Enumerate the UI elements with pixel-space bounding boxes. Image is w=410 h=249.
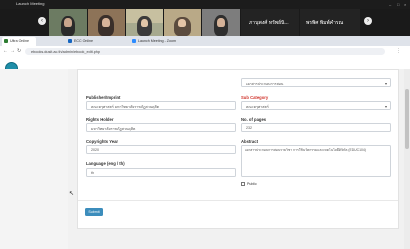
chevron-down-icon: ▾ bbox=[384, 80, 387, 86]
pages-label: No. of pages bbox=[241, 117, 267, 122]
participant-name: พรพิศ พิมพ์คำรณ bbox=[306, 20, 344, 26]
url-input[interactable]: ebooks.dusit.ac.th/admin/ebook_edit.php bbox=[25, 48, 385, 55]
copyright-year-input[interactable]: 2020 bbox=[86, 145, 236, 154]
tile-6[interactable]: ภานุพงศ์ ทรัพย์นิ... bbox=[241, 9, 299, 36]
menu-icon[interactable]: ⋮ bbox=[396, 48, 401, 54]
submit-button[interactable]: Submit bbox=[85, 208, 103, 216]
subcategory-select[interactable]: คณะครุศาสตร์ ▾ bbox=[241, 101, 391, 110]
minimize-icon[interactable]: – bbox=[389, 2, 394, 7]
participant-filmstrip: ‹ ภานุพงศ์ ทรัพย์นิ... พรพิศ พิมพ์คำรณ › bbox=[0, 9, 410, 36]
next-page-icon[interactable]: › bbox=[364, 17, 372, 25]
subcategory-value: คณะครุศาสตร์ bbox=[246, 105, 269, 110]
public-checkbox-label: Public bbox=[247, 182, 257, 186]
tile-4[interactable] bbox=[164, 9, 201, 36]
tab-strip: Ultra Online ECC Online Launch Meeting -… bbox=[0, 36, 410, 46]
tile-2[interactable] bbox=[88, 9, 125, 36]
sidebar bbox=[0, 69, 68, 249]
rights-holder-label: Rights Holder bbox=[86, 117, 114, 122]
address-bar-row: ← → ↻ ebooks.dusit.ac.th/admin/ebook_edi… bbox=[0, 46, 410, 58]
category-value: เอกสารประกอบการสอน bbox=[246, 82, 284, 87]
public-checkbox[interactable] bbox=[241, 182, 245, 186]
page-scrollbar[interactable] bbox=[404, 69, 410, 249]
participant-name: ภานุพงศ์ ทรัพย์นิ... bbox=[249, 20, 289, 26]
favicon-icon bbox=[132, 39, 136, 43]
tile-7[interactable]: พรพิศ พิมพ์คำรณ bbox=[300, 9, 360, 36]
zoom-window-title: Launch Meeting bbox=[16, 1, 45, 6]
tab-label: Launch Meeting - Zoom bbox=[138, 39, 176, 43]
language-label: Language (eng / th) bbox=[86, 161, 125, 166]
divider bbox=[78, 200, 398, 201]
edit-form-card: เอกสารประกอบการสอน ▾ Publisher/Imprint ค… bbox=[77, 69, 399, 229]
tab-ecc-online[interactable]: ECC Online bbox=[66, 37, 116, 46]
tab-zoom-launch[interactable]: Launch Meeting - Zoom bbox=[130, 37, 190, 46]
maximize-icon[interactable]: □ bbox=[397, 2, 402, 7]
tile-3[interactable] bbox=[126, 9, 163, 36]
language-input[interactable]: th bbox=[86, 168, 236, 177]
abstract-textarea[interactable]: เอกสารประกอบการสอนรายวิชา การใช้นวัตกรรม… bbox=[241, 145, 391, 177]
favicon-icon bbox=[4, 39, 8, 43]
pages-input[interactable]: 232 bbox=[241, 123, 391, 132]
browser-chrome: Ultra Online ECC Online Launch Meeting -… bbox=[0, 36, 410, 58]
forward-icon[interactable]: → bbox=[10, 48, 15, 54]
tab-label: Ultra Online bbox=[10, 39, 29, 43]
previous-page-icon[interactable]: ‹ bbox=[38, 17, 46, 25]
favicon-icon bbox=[68, 39, 72, 43]
tile-5[interactable] bbox=[202, 9, 240, 36]
tile-1[interactable] bbox=[49, 9, 87, 36]
scrollbar-thumb[interactable] bbox=[405, 89, 409, 149]
mouse-cursor-icon: ↖ bbox=[69, 191, 75, 197]
copyright-year-label: Copyrights Year bbox=[86, 139, 119, 144]
back-icon[interactable]: ← bbox=[3, 48, 8, 54]
chevron-down-icon: ▾ bbox=[384, 103, 387, 109]
reload-icon[interactable]: ↻ bbox=[17, 48, 21, 54]
page-body: เอกสารประกอบการสอน ▾ Publisher/Imprint ค… bbox=[0, 69, 410, 249]
abstract-label: Abstract bbox=[241, 139, 258, 144]
publisher-input[interactable]: คณะครุศาสตร์ มหาวิทยาลัยราชภัฏสวนดุสิต bbox=[86, 101, 236, 110]
close-icon[interactable]: × bbox=[404, 2, 409, 7]
category-select[interactable]: เอกสารประกอบการสอน ▾ bbox=[241, 78, 391, 87]
subcategory-label: Sub Category bbox=[241, 95, 269, 100]
tab-label: ECC Online bbox=[74, 39, 93, 43]
tab-ultra-online[interactable]: Ultra Online bbox=[2, 37, 36, 46]
zoom-title-bar: Launch Meeting – □ × bbox=[0, 0, 410, 9]
publisher-label: Publisher/Imprint bbox=[86, 95, 121, 100]
rights-holder-input[interactable]: มหาวิทยาลัยราชภัฏสวนดุสิต bbox=[86, 123, 236, 132]
